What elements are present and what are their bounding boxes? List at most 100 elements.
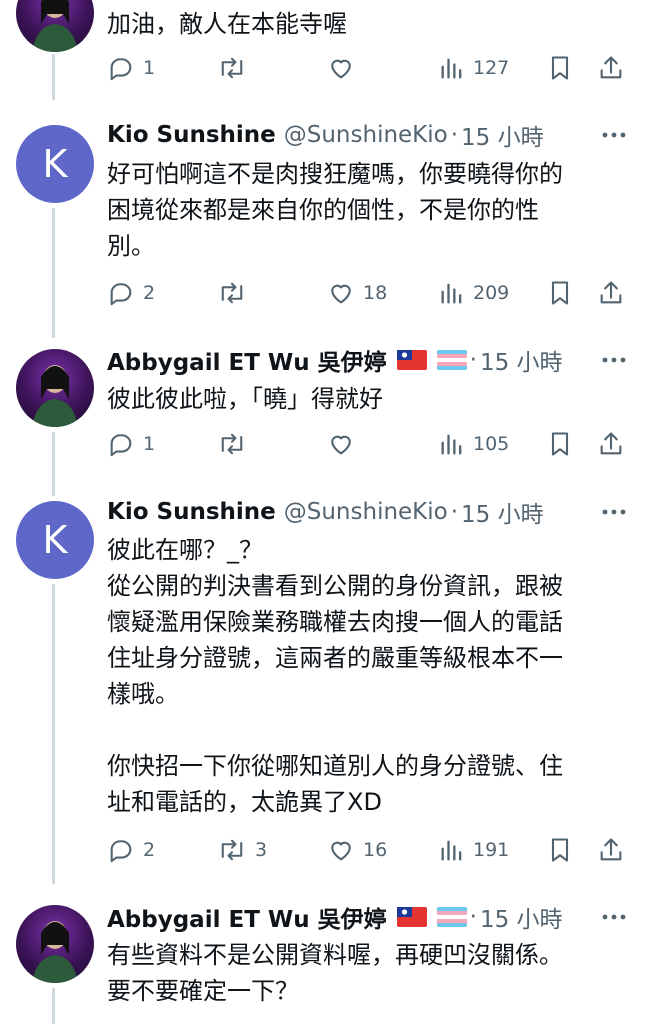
separator-dot: · xyxy=(469,347,477,373)
user-handle[interactable]: @SunshineKio xyxy=(284,499,448,525)
retweet-count: 3 xyxy=(255,839,268,861)
transgender-flag-icon xyxy=(436,907,467,927)
like-count: 16 xyxy=(363,839,388,861)
views-count: 209 xyxy=(473,282,510,304)
avatar[interactable] xyxy=(16,905,94,983)
views-icon xyxy=(441,434,462,455)
bookmark-icon xyxy=(551,432,569,456)
profile-photo-icon xyxy=(32,365,78,427)
views-button[interactable]: 127 xyxy=(439,51,509,85)
avatar[interactable] xyxy=(16,349,94,427)
bookmark-icon xyxy=(551,56,569,80)
share-icon xyxy=(600,838,622,861)
display-name[interactable]: Kio Sunshine xyxy=(107,122,276,148)
timestamp[interactable]: 15 小時 xyxy=(480,343,563,377)
thread-connector xyxy=(52,432,55,496)
avatar-letter: K xyxy=(42,518,68,562)
reply-button[interactable]: 2 xyxy=(107,833,155,867)
bookmark-button[interactable] xyxy=(547,276,573,310)
retweet-icon xyxy=(221,282,243,304)
separator-dot: · xyxy=(469,904,477,930)
display-name[interactable]: Kio Sunshine xyxy=(107,499,276,525)
views-icon xyxy=(441,283,462,304)
tweet-text: 彼此彼此啦，「曉」得就好 xyxy=(107,385,383,413)
avatar-letter: K xyxy=(42,142,68,186)
profile-photo-icon xyxy=(32,0,78,52)
more-icon xyxy=(602,509,626,515)
tweet-header: Abbygail ET Wu 吳伊婷 · 15 小時 xyxy=(107,343,627,377)
retweet-button[interactable] xyxy=(217,427,255,461)
tweet-actions: 1 127 xyxy=(107,51,627,85)
views-button[interactable]: 191 xyxy=(439,833,509,867)
bookmark-button[interactable] xyxy=(547,833,573,867)
retweet-button[interactable] xyxy=(217,51,255,85)
views-icon xyxy=(441,840,462,861)
separator-dot: · xyxy=(450,499,459,525)
share-button[interactable] xyxy=(597,51,625,85)
taiwan-flag-icon xyxy=(396,907,427,927)
share-button[interactable] xyxy=(597,427,625,461)
retweet-icon xyxy=(221,57,243,79)
share-icon xyxy=(600,281,622,304)
tweet-actions: 2 18 209 xyxy=(107,276,627,310)
retweet-button[interactable] xyxy=(217,276,255,310)
bookmark-button[interactable] xyxy=(547,51,573,85)
reply-count: 1 xyxy=(143,433,156,455)
more-options-button[interactable] xyxy=(601,343,627,377)
timestamp[interactable]: 15 小時 xyxy=(461,495,544,529)
like-button[interactable] xyxy=(327,51,363,85)
reply-icon xyxy=(110,58,132,81)
heart-icon xyxy=(331,59,351,79)
display-name[interactable]: Abbygail ET Wu 吳伊婷 xyxy=(107,900,387,934)
views-count: 105 xyxy=(473,433,510,455)
more-icon xyxy=(602,914,626,920)
reply-icon xyxy=(110,283,132,306)
like-button[interactable]: 16 xyxy=(327,833,387,867)
views-icon xyxy=(441,58,462,79)
timestamp[interactable]: 15 小時 xyxy=(461,118,544,152)
tweet-header: Kio Sunshine @SunshineKio · 15 小時 xyxy=(107,495,627,529)
reply-button[interactable]: 2 xyxy=(107,276,155,310)
tweet-text: 彼此在哪？_？ 從公開的判決書看到公開的身份資訊，跟被 懷疑濫用保險業務職權去肉… xyxy=(107,536,563,816)
reply-count: 2 xyxy=(143,282,156,304)
tweet-text: 有些資料不是公開資料喔，再硬凹沒關係。 要不要確定一下？ xyxy=(107,941,563,1005)
user-handle[interactable]: @SunshineKio xyxy=(284,122,448,148)
share-icon xyxy=(600,56,622,79)
more-options-button[interactable] xyxy=(601,495,627,529)
taiwan-flag-icon xyxy=(396,350,427,370)
like-button[interactable] xyxy=(327,427,363,461)
thread-connector xyxy=(52,54,55,100)
tweet-header: Abbygail ET Wu 吳伊婷 · 15 小時 xyxy=(107,900,627,934)
views-button[interactable]: 209 xyxy=(439,276,509,310)
reply-count: 2 xyxy=(143,839,156,861)
retweet-button[interactable]: 3 xyxy=(217,833,267,867)
views-button[interactable]: 105 xyxy=(439,427,509,461)
timestamp[interactable]: 15 小時 xyxy=(480,900,563,934)
tweet-header: Kio Sunshine @SunshineKio · 15 小時 xyxy=(107,118,627,152)
tweet-text: 加油，敵人在本能寺喔 xyxy=(107,10,347,38)
more-options-button[interactable] xyxy=(601,900,627,934)
bookmark-icon xyxy=(551,281,569,305)
heart-icon xyxy=(331,284,351,304)
thread-connector xyxy=(52,988,55,1024)
reply-button[interactable]: 1 xyxy=(107,51,155,85)
reply-icon xyxy=(110,434,132,457)
avatar[interactable] xyxy=(16,0,94,52)
avatar[interactable]: K xyxy=(16,125,94,203)
like-button[interactable]: 18 xyxy=(327,276,387,310)
more-options-button[interactable] xyxy=(601,118,627,152)
display-name[interactable]: Abbygail ET Wu 吳伊婷 xyxy=(107,343,387,377)
avatar[interactable]: K xyxy=(16,501,94,579)
thread-connector xyxy=(52,208,55,338)
more-icon xyxy=(602,132,626,138)
heart-icon xyxy=(331,841,351,861)
bookmark-button[interactable] xyxy=(547,427,573,461)
more-icon xyxy=(602,357,626,363)
share-button[interactable] xyxy=(597,833,625,867)
like-count: 18 xyxy=(363,282,388,304)
reply-button[interactable]: 1 xyxy=(107,427,155,461)
tweet-text: 好可怕啊這不是肉搜狂魔嗎，你要曉得你的 困境從來都是來自你的個性，不是你的性 別… xyxy=(107,160,563,260)
share-button[interactable] xyxy=(597,276,625,310)
views-count: 127 xyxy=(473,57,510,79)
views-count: 191 xyxy=(473,839,510,861)
